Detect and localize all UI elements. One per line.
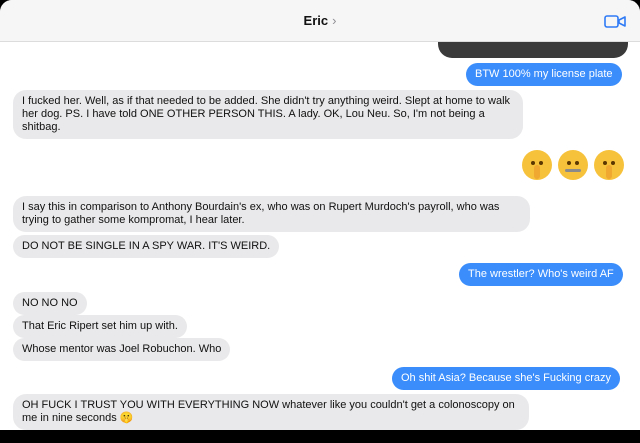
message-text: Oh shit Asia? Because she's Fucking craz… [401,372,611,384]
message-bubble-outgoing[interactable]: The wrestler? Who's weird AF [459,263,623,286]
zipper-mouth-face-icon [558,150,588,180]
message-bubble-incoming[interactable]: That Eric Ripert set him up with. [13,315,187,338]
message-text: OH FUCK I TRUST YOU WITH EVERYTHING NOW … [22,399,515,424]
message-bubble-incoming[interactable]: NO NO NO [13,292,87,315]
message-bubble-incoming[interactable]: DO NOT BE SINGLE IN A SPY WAR. IT'S WEIR… [13,235,280,258]
chevron-right-icon: › [332,13,337,28]
emoji-message[interactable] [522,150,624,180]
attached-photo[interactable] [438,42,628,58]
conversation-header: Eric › [0,0,640,42]
message-text: NO NO NO [22,297,78,309]
message-bubble-outgoing[interactable]: Oh shit Asia? Because she's Fucking craz… [392,367,620,390]
message-text: BTW 100% my license plate [475,68,613,80]
message-bubble-incoming[interactable]: OH FUCK I TRUST YOU WITH EVERYTHING NOW … [13,394,529,430]
shushing-face-icon [522,150,552,180]
message-bubble-incoming[interactable]: I say this in comparison to Anthony Bour… [13,196,530,232]
message-bubble-incoming[interactable]: Whose mentor was Joel Robuchon. Who [13,338,231,361]
contact-name-button[interactable]: Eric › [304,13,337,28]
message-text: DO NOT BE SINGLE IN A SPY WAR. IT'S WEIR… [22,240,271,252]
messages-screen: Eric › BTW 100% my license plate I fucke… [0,0,640,443]
message-bubble-outgoing[interactable]: BTW 100% my license plate [466,63,622,86]
message-text: I fucked her. Well, as if that needed to… [22,95,511,133]
video-camera-icon[interactable] [604,14,626,29]
message-text: I say this in comparison to Anthony Bour… [22,201,500,226]
message-text: The wrestler? Who's weird AF [468,268,614,280]
message-text: That Eric Ripert set him up with. [22,320,178,332]
contact-name: Eric [303,13,329,28]
shushing-face-icon [594,150,624,180]
screen-bottom-edge [0,430,640,443]
message-text: Whose mentor was Joel Robuchon. Who [22,343,222,355]
message-bubble-incoming[interactable]: I fucked her. Well, as if that needed to… [13,90,523,139]
